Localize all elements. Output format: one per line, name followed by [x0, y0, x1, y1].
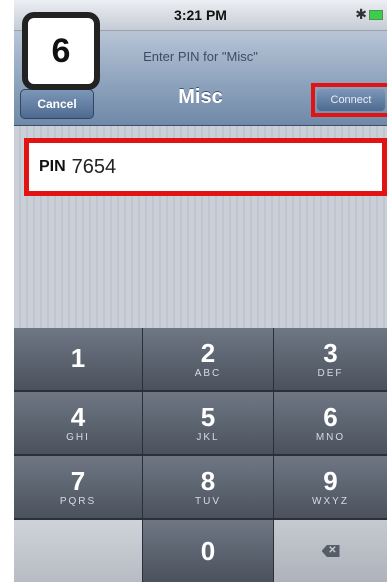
key-letters: ABC: [194, 367, 222, 379]
key-letters: TUV: [195, 495, 221, 507]
key-digit: 9: [323, 465, 338, 496]
key-7[interactable]: 7 PQRS: [14, 456, 142, 518]
key-0[interactable]: 0: [143, 520, 273, 582]
connect-button[interactable]: Connect: [317, 89, 385, 111]
pin-input-value[interactable]: 7654: [72, 156, 117, 179]
backspace-icon: ✕: [321, 545, 340, 557]
key-digit: 2: [200, 337, 216, 368]
key-1[interactable]: 1: [14, 328, 142, 390]
connect-button-highlight[interactable]: Connect: [311, 83, 387, 117]
step-number-badge: 6: [22, 12, 100, 90]
battery-icon: [369, 10, 383, 20]
key-letters: WXYZ: [312, 495, 349, 507]
numeric-keypad: 1 2 ABC 3 DEF 4 GHI 5 JKL 6 MNO 7 PQRS 8: [14, 328, 387, 582]
key-6[interactable]: 6 MNO: [274, 392, 387, 454]
bluetooth-icon: ✱: [355, 6, 367, 22]
content-area: PIN 7654: [14, 126, 387, 328]
key-4[interactable]: 4 GHI: [14, 392, 142, 454]
key-digit: 6: [323, 401, 338, 432]
pin-field[interactable]: PIN 7654: [24, 138, 387, 196]
key-digit: 8: [200, 465, 216, 496]
key-5[interactable]: 5 JKL: [143, 392, 273, 454]
key-letters: JKL: [196, 431, 220, 443]
key-digit: 1: [70, 343, 86, 373]
key-letters: MNO: [315, 431, 346, 443]
key-letters: DEF: [317, 367, 344, 379]
pin-label: PIN: [39, 158, 66, 175]
key-8[interactable]: 8 TUV: [143, 456, 273, 518]
key-digit: 7: [70, 465, 86, 496]
key-digit: 4: [70, 401, 86, 432]
key-digit: 0: [200, 536, 216, 566]
key-3[interactable]: 3 DEF: [274, 328, 387, 390]
delete-key[interactable]: ✕: [274, 520, 387, 582]
key-letters: PQRS: [59, 495, 97, 507]
key-digit: 5: [200, 401, 216, 432]
key-9[interactable]: 9 WXYZ: [274, 456, 387, 518]
key-blank: [14, 520, 142, 582]
key-digit: 3: [323, 337, 338, 368]
key-2[interactable]: 2 ABC: [143, 328, 273, 390]
key-letters: GHI: [66, 431, 90, 443]
